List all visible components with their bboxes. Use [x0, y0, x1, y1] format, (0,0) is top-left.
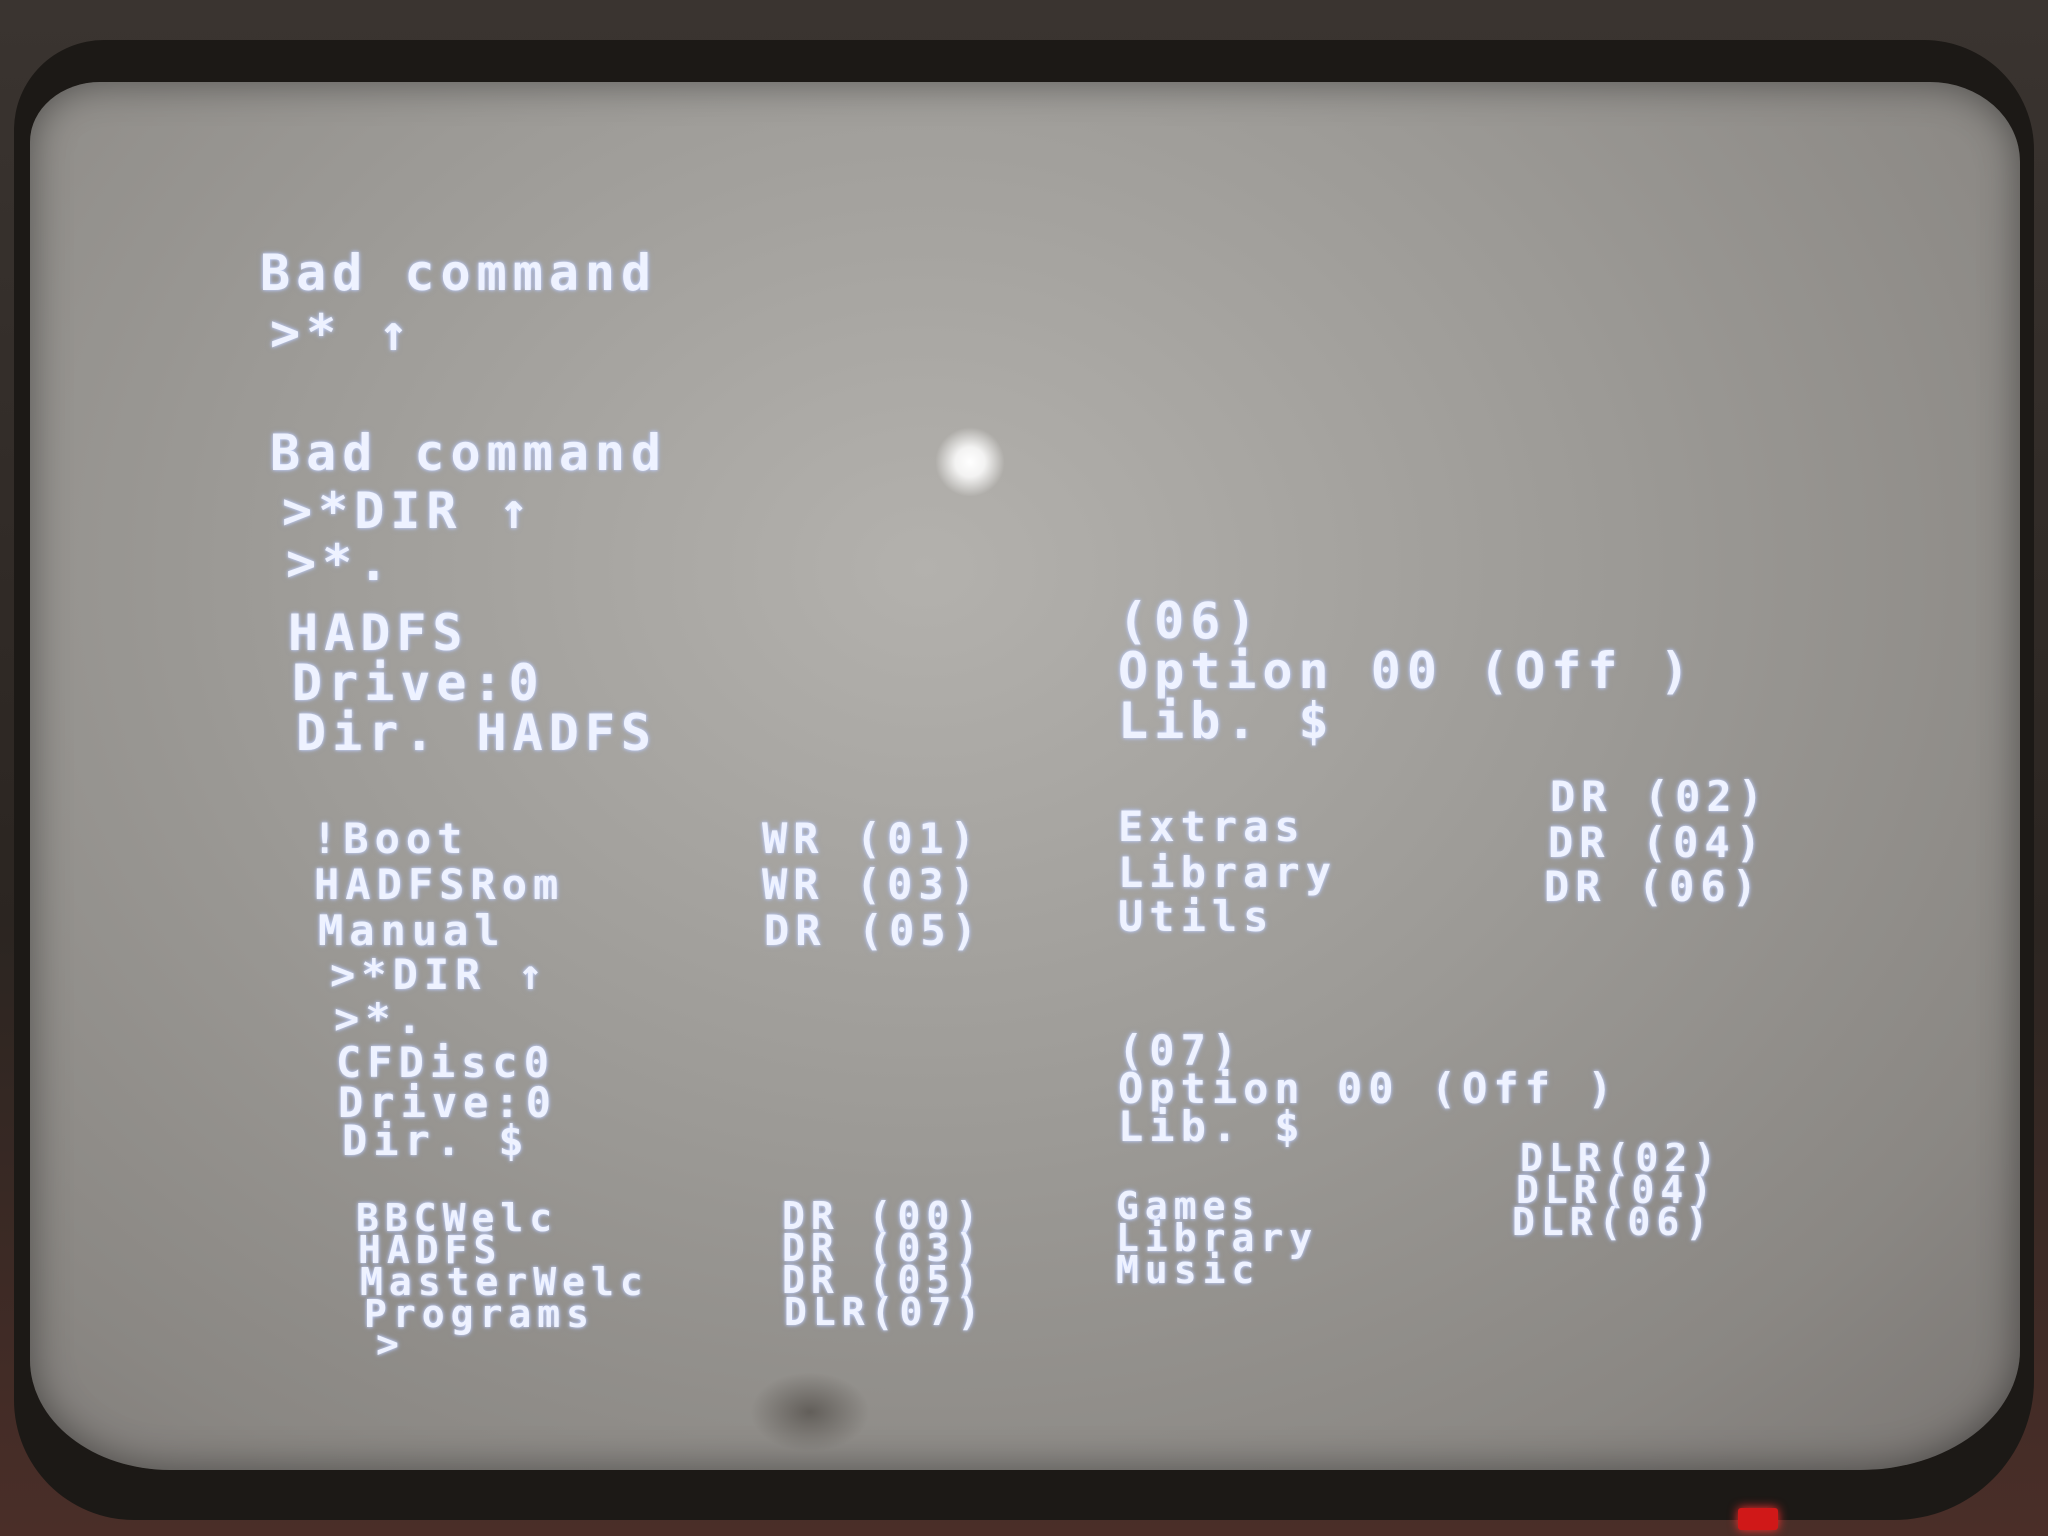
file-attr: DR (04) — [1548, 818, 1768, 867]
crt-screen[interactable]: Bad command >* ↑ Bad command >*DIR ↑ >*.… — [30, 82, 2020, 1470]
file-name: Manual — [318, 906, 506, 955]
file-name: Extras — [1118, 802, 1306, 851]
file-attr: WR (01) — [762, 814, 982, 863]
file-attr: DR (06) — [1544, 862, 1764, 911]
command-line: >*. — [334, 994, 428, 1043]
error-message: Bad command — [260, 244, 658, 302]
command-line: >*DIR ↑ — [330, 950, 550, 999]
file-name: !Boot — [312, 814, 469, 863]
file-name: Music — [1116, 1248, 1261, 1292]
power-led-icon — [1738, 1508, 1778, 1530]
command-line: >*. — [286, 534, 395, 592]
file-attr: DR (05) — [764, 906, 984, 955]
file-attr: DR (02) — [1550, 772, 1770, 821]
file-name: HADFSRom — [314, 860, 565, 909]
file-attr: DLR(06) — [1512, 1200, 1715, 1244]
dir-info: Dir. HADFS — [296, 704, 658, 762]
file-name: Library — [1118, 848, 1338, 897]
lib-info: Lib. $ — [1118, 1102, 1306, 1151]
file-attr: DLR(07) — [784, 1290, 987, 1334]
file-name: Utils — [1118, 892, 1275, 941]
dir-info: Dir. $ — [342, 1116, 530, 1165]
screen-glare — [935, 427, 1005, 497]
command-line: >*DIR ↑ — [282, 482, 535, 540]
file-attr: WR (03) — [762, 860, 982, 909]
command-prompt[interactable]: > — [376, 1322, 405, 1366]
lib-info: Lib. $ — [1118, 692, 1335, 750]
crt-monitor: Bad command >* ↑ Bad command >*DIR ↑ >*.… — [0, 0, 2048, 1536]
screen-reflection — [750, 1372, 870, 1452]
error-message: Bad command — [270, 424, 668, 482]
command-prompt: >* ↑ — [270, 304, 415, 362]
